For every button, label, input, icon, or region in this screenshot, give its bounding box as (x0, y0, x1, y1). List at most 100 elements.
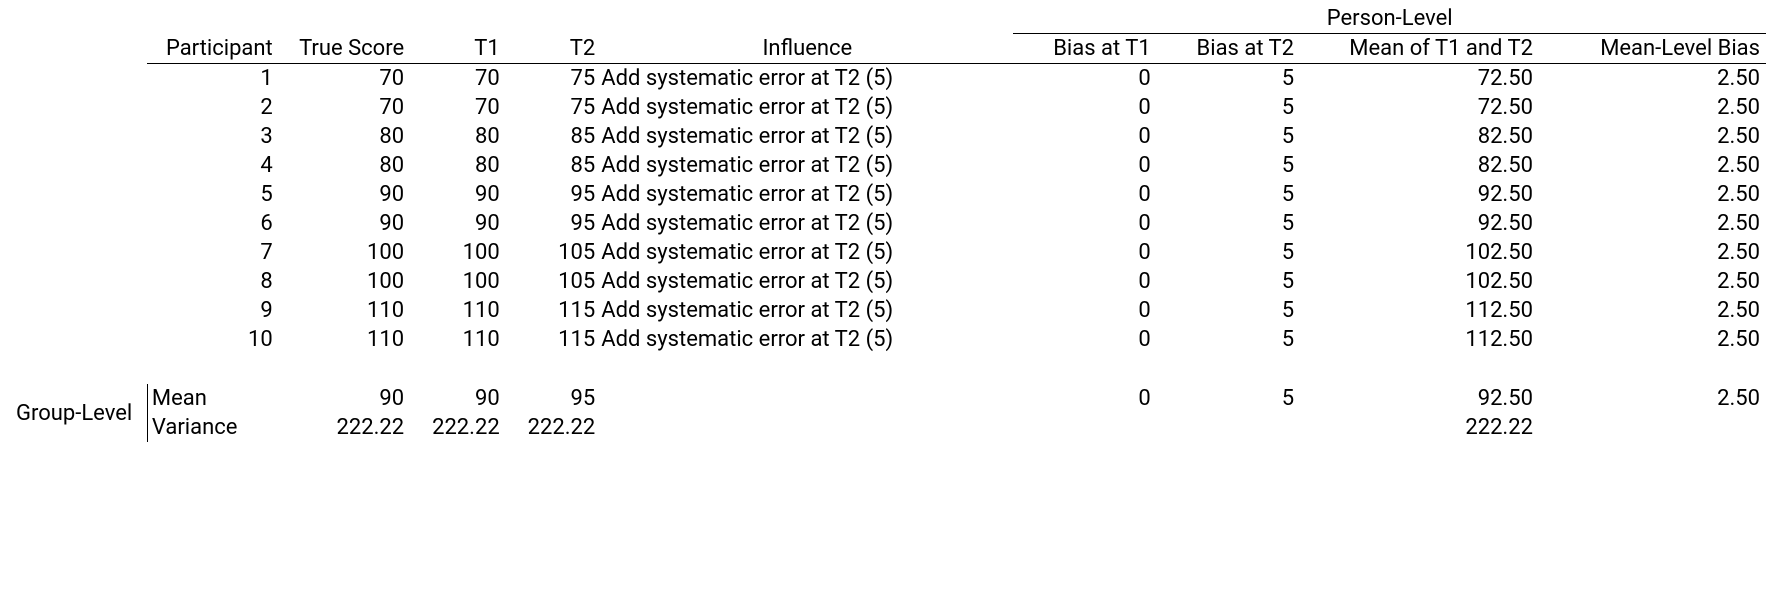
group-var-t1: 222.22 (410, 413, 506, 442)
cell-t1: 100 (410, 238, 506, 267)
cell-participant: 5 (147, 180, 278, 209)
cell-influence: Add systematic error at T2 (5) (601, 64, 1013, 94)
cell-mean-t1t2: 112.50 (1300, 296, 1539, 325)
cell-t1: 110 (410, 296, 506, 325)
header-t1: T1 (410, 34, 506, 64)
cell-mean-level-bias: 2.50 (1539, 122, 1766, 151)
cell-t1: 100 (410, 267, 506, 296)
header-true-score: True Score (279, 34, 410, 64)
cell-bias-t2: 5 (1157, 325, 1300, 354)
cell-t2: 105 (506, 267, 602, 296)
cell-influence: Add systematic error at T2 (5) (601, 238, 1013, 267)
cell-t2: 115 (506, 325, 602, 354)
table-row: 2707075Add systematic error at T2 (5)057… (10, 93, 1766, 122)
data-table: Person-Level Participant True Score T1 T… (10, 4, 1766, 442)
cell-influence: Add systematic error at T2 (5) (601, 93, 1013, 122)
cell-bias-t2: 5 (1157, 209, 1300, 238)
header-t2: T2 (506, 34, 602, 64)
group-mean-mean-t1t2: 92.50 (1300, 384, 1539, 413)
cell-participant: 8 (147, 267, 278, 296)
spacer-row (10, 354, 1766, 384)
cell-bias-t2: 5 (1157, 238, 1300, 267)
header-influence: Influence (601, 34, 1013, 64)
group-var-t2: 222.22 (506, 413, 602, 442)
cell-t1: 80 (410, 122, 506, 151)
group-variance-row: Variance 222.22 222.22 222.22 222.22 (10, 413, 1766, 442)
cell-bias-t1: 0 (1013, 180, 1156, 209)
cell-bias-t1: 0 (1013, 64, 1156, 94)
cell-bias-t1: 0 (1013, 93, 1156, 122)
cell-participant: 2 (147, 93, 278, 122)
cell-influence: Add systematic error at T2 (5) (601, 151, 1013, 180)
cell-mean-t1t2: 92.50 (1300, 180, 1539, 209)
cell-influence: Add systematic error at T2 (5) (601, 209, 1013, 238)
group-mean-mean-level-bias: 2.50 (1539, 384, 1766, 413)
header-row: Participant True Score T1 T2 Influence B… (10, 34, 1766, 64)
cell-true-score: 70 (279, 64, 410, 94)
header-bias-t2: Bias at T2 (1157, 34, 1300, 64)
cell-bias-t1: 0 (1013, 209, 1156, 238)
cell-bias-t2: 5 (1157, 180, 1300, 209)
cell-true-score: 80 (279, 151, 410, 180)
cell-t2: 85 (506, 122, 602, 151)
cell-participant: 7 (147, 238, 278, 267)
group-var-bias-t2 (1157, 413, 1300, 442)
cell-bias-t2: 5 (1157, 296, 1300, 325)
table-row: 3808085Add systematic error at T2 (5)058… (10, 122, 1766, 151)
cell-influence: Add systematic error at T2 (5) (601, 122, 1013, 151)
group-var-mean-t1t2: 222.22 (1300, 413, 1539, 442)
cell-mean-t1t2: 82.50 (1300, 151, 1539, 180)
header-bias-t1: Bias at T1 (1013, 34, 1156, 64)
table-row: 7100100105Add systematic error at T2 (5)… (10, 238, 1766, 267)
cell-bias-t2: 5 (1157, 151, 1300, 180)
cell-bias-t2: 5 (1157, 93, 1300, 122)
cell-influence: Add systematic error at T2 (5) (601, 267, 1013, 296)
table-row: 5909095Add systematic error at T2 (5)059… (10, 180, 1766, 209)
cell-mean-level-bias: 2.50 (1539, 93, 1766, 122)
cell-mean-level-bias: 2.50 (1539, 267, 1766, 296)
cell-participant: 9 (147, 296, 278, 325)
header-person-level: Person-Level (1013, 4, 1766, 34)
table-row: 1707075Add systematic error at T2 (5)057… (10, 64, 1766, 94)
cell-bias-t1: 0 (1013, 151, 1156, 180)
cell-bias-t1: 0 (1013, 267, 1156, 296)
cell-influence: Add systematic error at T2 (5) (601, 296, 1013, 325)
group-mean-bias-t2: 5 (1157, 384, 1300, 413)
cell-mean-level-bias: 2.50 (1539, 180, 1766, 209)
cell-mean-t1t2: 92.50 (1300, 209, 1539, 238)
table-row: 8100100105Add systematic error at T2 (5)… (10, 267, 1766, 296)
cell-t1: 90 (410, 209, 506, 238)
cell-true-score: 80 (279, 122, 410, 151)
cell-bias-t1: 0 (1013, 122, 1156, 151)
cell-true-score: 70 (279, 93, 410, 122)
cell-mean-level-bias: 2.50 (1539, 238, 1766, 267)
cell-mean-level-bias: 2.50 (1539, 296, 1766, 325)
group-var-true-score: 222.22 (279, 413, 410, 442)
cell-t2: 75 (506, 93, 602, 122)
cell-true-score: 100 (279, 238, 410, 267)
group-var-bias-t1 (1013, 413, 1156, 442)
cell-true-score: 90 (279, 209, 410, 238)
cell-mean-t1t2: 102.50 (1300, 267, 1539, 296)
cell-t1: 80 (410, 151, 506, 180)
cell-participant: 10 (147, 325, 278, 354)
group-mean-row: Group-Level Mean 90 90 95 0 5 92.50 2.50 (10, 384, 1766, 413)
cell-participant: 1 (147, 64, 278, 94)
cell-mean-level-bias: 2.50 (1539, 64, 1766, 94)
cell-t1: 70 (410, 64, 506, 94)
cell-t1: 70 (410, 93, 506, 122)
cell-bias-t2: 5 (1157, 122, 1300, 151)
table-row: 4808085Add systematic error at T2 (5)058… (10, 151, 1766, 180)
cell-influence: Add systematic error at T2 (5) (601, 325, 1013, 354)
cell-mean-t1t2: 72.50 (1300, 93, 1539, 122)
header-participant: Participant (147, 34, 278, 64)
cell-bias-t1: 0 (1013, 296, 1156, 325)
cell-mean-level-bias: 2.50 (1539, 209, 1766, 238)
stat-label-variance: Variance (147, 413, 278, 442)
group-mean-t2: 95 (506, 384, 602, 413)
cell-participant: 6 (147, 209, 278, 238)
group-mean-bias-t1: 0 (1013, 384, 1156, 413)
cell-participant: 4 (147, 151, 278, 180)
table-row: 6909095Add systematic error at T2 (5)059… (10, 209, 1766, 238)
cell-bias-t2: 5 (1157, 64, 1300, 94)
